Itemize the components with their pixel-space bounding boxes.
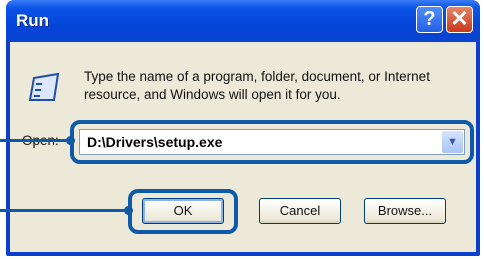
open-input-value: D:\Drivers\setup.exe [87,134,223,150]
run-icon [28,72,60,101]
help-button[interactable]: ? [416,6,443,33]
cancel-button[interactable]: Cancel [259,198,341,224]
ok-button[interactable]: OK [142,198,224,224]
callout-leader-1 [0,139,70,142]
description-text: Type the name of a program, folder, docu… [84,69,430,102]
callout-leader-2 [0,209,128,212]
title-bar[interactable]: Run ? ✕ [6,0,480,42]
close-button[interactable]: ✕ [446,6,473,33]
callout-dot-2 [124,206,133,215]
open-input[interactable]: D:\Drivers\setup.exe ▼ [79,129,465,155]
callout-dot-1 [66,136,75,145]
window-title: Run [16,11,50,30]
dropdown-arrow-icon[interactable]: ▼ [442,131,463,153]
browse-button[interactable]: Browse... [364,198,446,224]
